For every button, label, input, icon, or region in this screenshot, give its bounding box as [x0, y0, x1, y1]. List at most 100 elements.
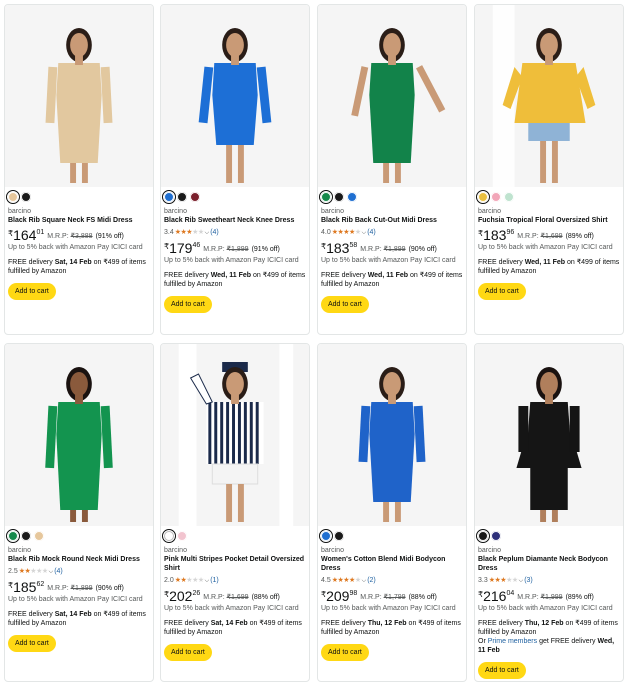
add-to-cart-button[interactable]: Add to cart: [478, 662, 526, 679]
add-to-cart-button[interactable]: Add to cart: [321, 644, 369, 661]
color-swatch[interactable]: [177, 192, 187, 202]
product-rating[interactable]: 4.5 ★★★★★ ⌵ (2): [321, 576, 463, 586]
add-to-cart-button[interactable]: Add to cart: [478, 283, 526, 300]
add-to-cart-button[interactable]: Add to cart: [164, 296, 212, 313]
color-swatch[interactable]: [21, 192, 31, 202]
product-rating[interactable]: 3.3 ★★★★★ ⌵ (3): [478, 576, 620, 586]
color-swatch[interactable]: [162, 190, 176, 204]
color-swatch[interactable]: [491, 192, 501, 202]
color-swatch[interactable]: [334, 531, 344, 541]
product-image[interactable]: [475, 5, 623, 187]
product-title-link[interactable]: Black Rib Back Cut-Out Midi Dress: [321, 216, 463, 225]
color-swatch[interactable]: [504, 192, 514, 202]
review-count[interactable]: (1): [210, 576, 219, 586]
add-to-cart-button[interactable]: Add to cart: [8, 283, 56, 300]
star-rating-icon: ★★★★★: [174, 577, 204, 584]
color-swatch[interactable]: [476, 529, 490, 543]
review-count[interactable]: (3): [524, 576, 533, 586]
mrp-price: M.R.P: ₹1,899: [360, 246, 406, 253]
product-image[interactable]: [5, 5, 153, 187]
chevron-down-icon[interactable]: ⌵: [205, 228, 210, 238]
product-title-link[interactable]: Black Rib Sweetheart Neck Knee Dress: [164, 216, 306, 225]
color-swatch[interactable]: [476, 190, 490, 204]
cashback-offer: Up to 5% back with Amazon Pay ICICI card: [478, 605, 613, 612]
price-whole: 185: [13, 579, 37, 595]
rating-value: 4.5: [321, 577, 331, 584]
mrp-price: M.R.P: ₹1,699: [203, 594, 249, 601]
star-rating-icon: ★★★★★: [18, 568, 48, 575]
product-price: ₹ 185 62 M.R.P: ₹1,899 (90% off): [8, 580, 150, 594]
product-image[interactable]: [161, 344, 309, 526]
product-card: barcino Black Rib Square Neck FS Midi Dr…: [4, 4, 154, 335]
color-swatch[interactable]: [6, 529, 20, 543]
price-whole: 209: [326, 588, 350, 604]
price-fraction: 04: [506, 590, 515, 597]
color-swatch[interactable]: [319, 190, 333, 204]
color-swatch[interactable]: [34, 531, 44, 541]
cashback-offer: Up to 5% back with Amazon Pay ICICI card: [8, 244, 143, 251]
product-price: ₹ 179 46 M.R.P: ₹1,899 (91% off): [164, 241, 306, 255]
delivery-info: FREE delivery Wed, 11 Feb on ₹499 of ite…: [478, 259, 620, 275]
product-image[interactable]: [318, 5, 466, 187]
discount-percent: (88% off): [408, 594, 437, 601]
product-price: ₹ 209 98 M.R.P: ₹1,799 (88% off): [321, 589, 463, 603]
chevron-down-icon[interactable]: ⌵: [205, 576, 210, 586]
delivery-info: FREE delivery Thu, 12 Feb on ₹499 of ite…: [321, 620, 461, 636]
product-title-link[interactable]: Women's Cotton Blend Midi Bodycon Dress: [321, 555, 463, 573]
add-to-cart-button[interactable]: Add to cart: [164, 644, 212, 661]
product-rating[interactable]: 2.5 ★★★★★ ⌵ (4): [8, 567, 150, 577]
product-image[interactable]: [475, 344, 623, 526]
product-brand: barcino: [478, 547, 501, 554]
product-title-link[interactable]: Black Rib Square Neck FS Midi Dress: [8, 216, 150, 225]
review-count[interactable]: (4): [54, 567, 63, 577]
discount-percent: (89% off): [565, 233, 594, 240]
product-title-link[interactable]: Fuchsia Tropical Floral Oversized Shirt: [478, 216, 620, 225]
product-rating[interactable]: 2.0 ★★★★★ ⌵ (1): [164, 576, 306, 586]
model-photo: [161, 344, 309, 526]
add-to-cart-button[interactable]: Add to cart: [321, 296, 369, 313]
product-rating[interactable]: 4.0 ★★★★★ ⌵ (4): [321, 228, 463, 238]
mrp-price: M.R.P: ₹3,888: [47, 233, 93, 240]
color-swatch[interactable]: [319, 529, 333, 543]
review-count[interactable]: (2): [367, 576, 376, 586]
discount-percent: (89% off): [565, 594, 594, 601]
model-photo: [161, 5, 309, 187]
price-whole: 183: [326, 240, 350, 256]
product-title-link[interactable]: Black Rib Mock Round Neck Midi Dress: [8, 555, 150, 564]
product-brand: barcino: [478, 208, 501, 215]
color-swatch[interactable]: [491, 531, 501, 541]
product-rating[interactable]: 3.4 ★★★★★ ⌵ (4): [164, 228, 306, 238]
product-title-link[interactable]: Pink Multi Stripes Pocket Detail Oversiz…: [164, 555, 306, 573]
product-brand: barcino: [164, 208, 187, 215]
color-swatch[interactable]: [177, 531, 187, 541]
cashback-offer: Up to 5% back with Amazon Pay ICICI card: [478, 244, 613, 251]
rating-value: 4.0: [321, 229, 331, 236]
color-swatch[interactable]: [6, 190, 20, 204]
chevron-down-icon[interactable]: ⌵: [519, 576, 524, 586]
color-swatch[interactable]: [347, 192, 357, 202]
prime-members-link[interactable]: Prime members: [488, 638, 537, 645]
review-count[interactable]: (4): [210, 228, 219, 238]
review-count[interactable]: (4): [367, 228, 376, 238]
product-title-link[interactable]: Black Peplum Diamante Neck Bodycon Dress: [478, 555, 620, 573]
color-swatch[interactable]: [190, 192, 200, 202]
product-image[interactable]: [318, 344, 466, 526]
model-photo: [5, 344, 153, 526]
discount-percent: (90% off): [408, 246, 437, 253]
star-rating-icon: ★★★★★: [488, 577, 518, 584]
price-whole: 202: [169, 588, 193, 604]
color-swatch[interactable]: [334, 192, 344, 202]
color-swatches: [6, 529, 150, 543]
rating-value: 3.3: [478, 577, 488, 584]
color-swatch[interactable]: [21, 531, 31, 541]
delivery-info: FREE delivery Wed, 11 Feb on ₹499 of ite…: [321, 272, 463, 288]
product-image[interactable]: [161, 5, 309, 187]
chevron-down-icon[interactable]: ⌵: [362, 576, 367, 586]
add-to-cart-button[interactable]: Add to cart: [8, 635, 56, 652]
chevron-down-icon[interactable]: ⌵: [49, 567, 54, 577]
discount-percent: (90% off): [95, 585, 124, 592]
model-photo: [475, 344, 623, 526]
chevron-down-icon[interactable]: ⌵: [362, 228, 367, 238]
color-swatch[interactable]: [162, 529, 176, 543]
product-image[interactable]: [5, 344, 153, 526]
